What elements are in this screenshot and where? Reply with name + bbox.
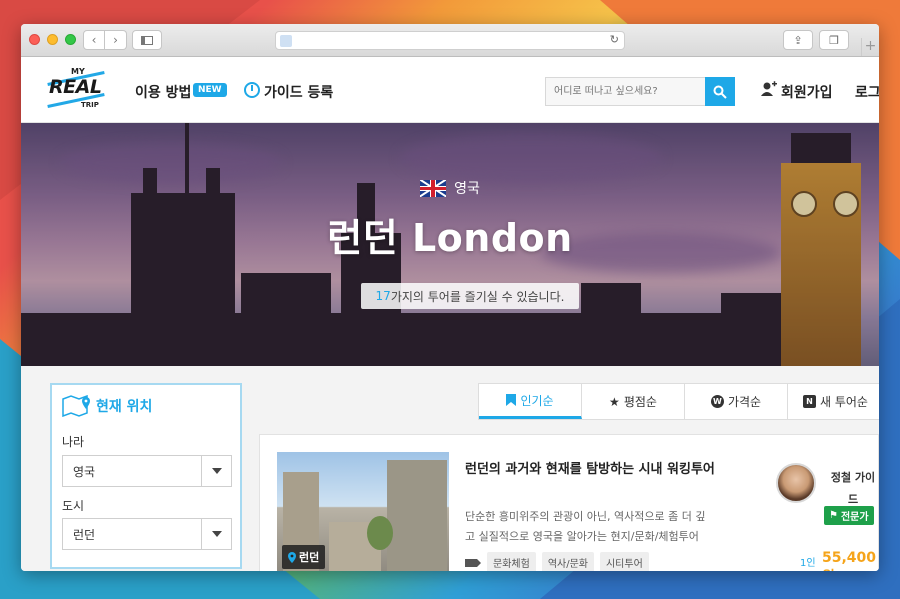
close-window-button[interactable] <box>29 34 40 45</box>
tab-price[interactable]: W 가격순 <box>685 384 788 419</box>
address-bar[interactable]: ↻ <box>275 31 625 50</box>
chevron-left-icon: ‹ <box>91 33 97 47</box>
search-button[interactable] <box>705 77 735 106</box>
tour-city-tag-label: 런던 <box>299 551 320 564</box>
guide-avatar[interactable] <box>776 463 816 503</box>
myrealtrip-logo[interactable]: MY REAL TRIP <box>45 67 109 115</box>
nav-how-to-use[interactable]: 이용 방법 <box>135 82 191 102</box>
tab-new-tours[interactable]: N 새 투어순 <box>788 384 879 419</box>
chevron-down-icon <box>201 519 231 549</box>
country-label: 나라 <box>62 435 85 449</box>
tab-rating-label: 평점순 <box>623 395 657 409</box>
nav-guide-register[interactable]: 가이드 등록 <box>264 82 333 102</box>
tour-tag[interactable]: 역사/문화 <box>541 552 594 571</box>
login-link[interactable]: 로그 <box>855 82 879 102</box>
browser-window: ‹ › ↻ ⇪ ❐ + MY REAL TRIP 이용 방법 NEW 가이드 등… <box>21 24 879 571</box>
new-tab-button[interactable]: + <box>861 38 879 56</box>
hero-banner: 영국 런던 London 17 가지의 투어를 즐기실 수 있습니다. <box>21 123 879 366</box>
zoom-window-button[interactable] <box>65 34 76 45</box>
price-unit: 1인 <box>800 558 816 569</box>
city-title: 런던 London <box>327 216 573 260</box>
share-button[interactable]: ⇪ <box>783 30 813 50</box>
search-icon <box>713 85 727 99</box>
share-icon: ⇪ <box>793 33 803 47</box>
forward-button[interactable]: › <box>105 30 127 50</box>
sort-tabs: 인기순 ★ 평점순 W 가격순 N 새 투어순 <box>478 383 879 420</box>
hero-country-label: 영국 <box>454 181 480 197</box>
favicon-icon <box>280 35 292 47</box>
tour-card[interactable]: 런던 런던의 과거와 현재를 탐방하는 시내 워킹투어 단순한 흥미위주의 관광… <box>259 434 879 571</box>
map-pin-icon <box>62 395 90 417</box>
pro-badge: ⚑ 전문가 <box>824 506 874 525</box>
country-select[interactable]: 영국 <box>62 455 232 487</box>
browser-toolbar: ‹ › ↻ ⇪ ❐ + <box>21 24 879 57</box>
won-icon: W <box>710 395 724 408</box>
logo-trip: TRIP <box>81 101 99 109</box>
tour-tags: 문화체험 역사/문화 시티투어 <box>465 552 649 571</box>
city-label: 도시 <box>62 499 85 513</box>
tab-price-label: 가격순 <box>727 395 762 409</box>
stopwatch-icon <box>244 82 260 98</box>
site-header: MY REAL TRIP 이용 방법 NEW 가이드 등록 회원가입 로그 <box>21 57 879 123</box>
bookmark-icon <box>506 394 517 406</box>
flag-icon: ⚑ <box>829 510 838 521</box>
tour-tag[interactable]: 문화체험 <box>487 552 536 571</box>
window-controls <box>29 34 76 45</box>
signup-link[interactable]: 회원가입 <box>781 82 833 102</box>
show-tabs-button[interactable]: ❐ <box>819 30 849 50</box>
guide-name[interactable]: 정철 가이드 <box>826 467 879 511</box>
tabs-icon: ❐ <box>829 33 839 47</box>
tag-icon <box>465 558 481 567</box>
hero-country: 영국 <box>21 178 879 198</box>
search-input[interactable] <box>545 77 705 106</box>
logo-my: MY <box>71 67 85 76</box>
tour-tag[interactable]: 시티투어 <box>599 552 649 571</box>
tab-popular[interactable]: 인기순 <box>479 384 582 419</box>
location-pin-icon <box>288 551 296 563</box>
tour-count: 17 가지의 투어를 즐기실 수 있습니다. <box>361 283 579 309</box>
chevron-down-icon <box>201 456 231 486</box>
tour-city-tag: 런던 <box>282 545 326 569</box>
star-icon: ★ <box>609 394 620 409</box>
main-content: 현재 위치 나라 영국 도시 런던 인기순 ★ 평점순 W 가격순 N 새 투어… <box>21 366 879 571</box>
tour-count-text: 가지의 투어를 즐기실 수 있습니다. <box>390 289 565 304</box>
back-button[interactable]: ‹ <box>83 30 105 50</box>
uk-flag-icon <box>420 179 447 197</box>
chevron-right-icon: › <box>113 33 118 47</box>
tab-popular-label: 인기순 <box>520 393 554 408</box>
tab-rating[interactable]: ★ 평점순 <box>582 384 685 419</box>
location-header: 현재 위치 <box>62 395 152 417</box>
pro-badge-label: 전문가 <box>840 512 869 523</box>
sidebar-icon <box>141 35 153 45</box>
tour-count-number: 17 <box>375 289 391 303</box>
minimize-window-button[interactable] <box>47 34 58 45</box>
country-select-value: 영국 <box>73 464 96 479</box>
new-icon: N <box>803 395 816 408</box>
sidebar-toggle-button[interactable] <box>132 30 162 50</box>
tour-title[interactable]: 런던의 과거와 현재를 탐방하는 시내 워킹투어 <box>465 460 715 480</box>
city-select-value: 런던 <box>73 527 96 542</box>
tab-new-tours-label: 새 투어순 <box>820 395 868 409</box>
tour-image[interactable]: 런던 <box>277 452 449 571</box>
tour-price: 55,400원 <box>822 550 877 571</box>
add-user-icon <box>761 81 777 96</box>
city-select[interactable]: 런던 <box>62 518 232 550</box>
reload-icon[interactable]: ↻ <box>610 33 619 46</box>
current-location-panel: 현재 위치 나라 영국 도시 런던 <box>50 383 242 569</box>
tour-description: 단순한 흥미위주의 관광이 아닌, 역사적으로 좀 더 깊고 실질적으로 영국을… <box>465 510 706 543</box>
logo-real: REAL <box>49 76 102 98</box>
location-title: 현재 위치 <box>96 399 153 415</box>
new-badge: NEW <box>193 83 227 97</box>
